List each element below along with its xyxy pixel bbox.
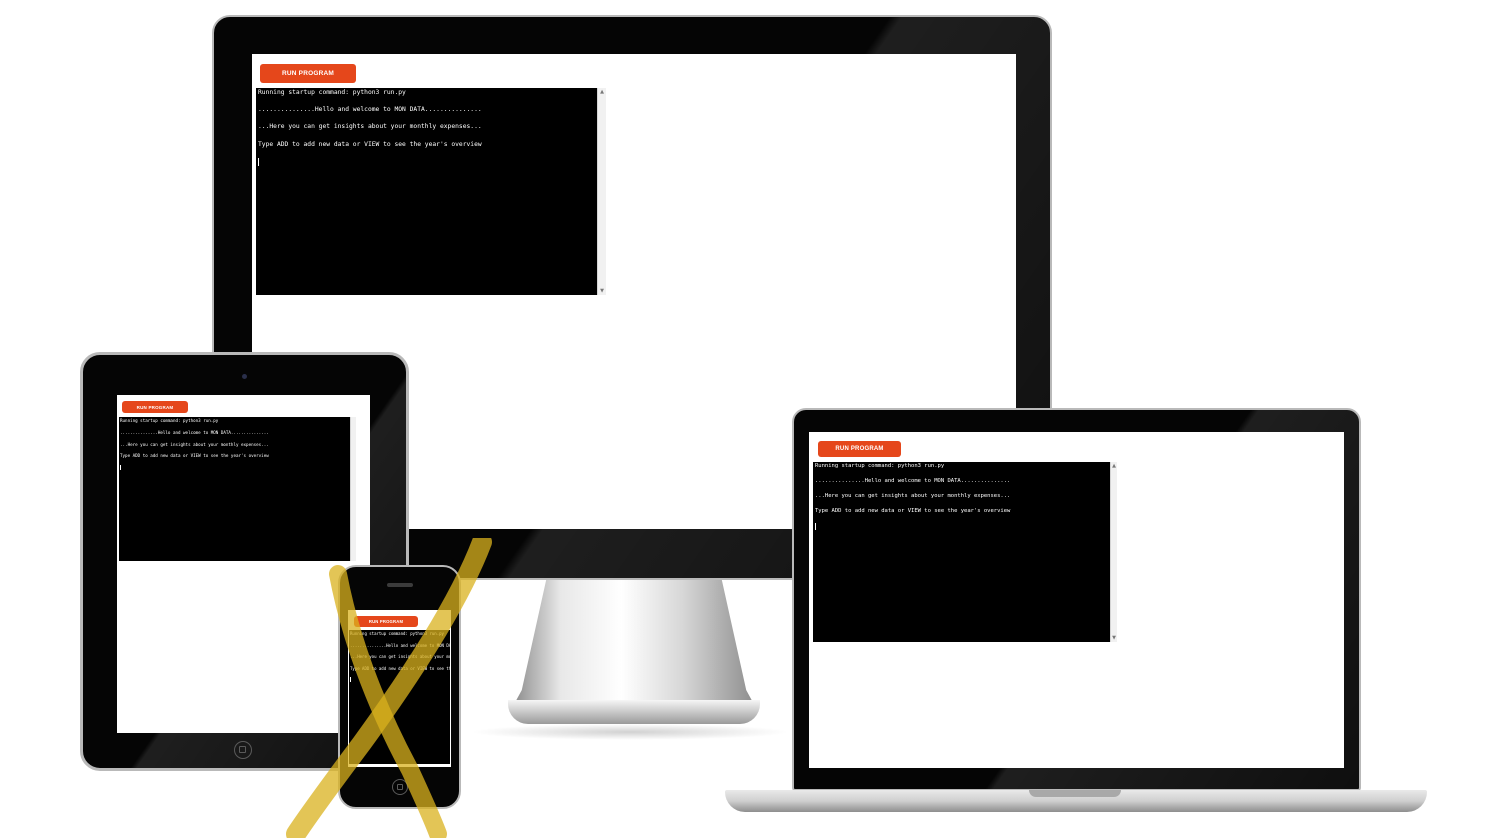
- terminal-line: Type ADD to add new data or VIEW to see …: [350, 665, 450, 671]
- run-program-button[interactable]: RUN PROGRAM: [818, 441, 901, 457]
- scroll-up-arrow-icon[interactable]: ▲: [1111, 462, 1117, 470]
- terminal-scrollbar[interactable]: ▲ ▼: [1110, 462, 1117, 642]
- laptop-hinge-notch: [1029, 790, 1121, 797]
- run-program-button[interactable]: RUN PROGRAM: [122, 401, 188, 413]
- terminal-window[interactable]: Running startup command: python3 run.py …: [813, 462, 1117, 642]
- home-square-icon: [239, 746, 246, 753]
- phone-screen: RUN PROGRAM Running startup command: pyt…: [348, 610, 451, 767]
- laptop-screen: RUN PROGRAM Running startup command: pyt…: [809, 432, 1344, 768]
- terminal-line: Running startup command: python3 run.py: [815, 463, 945, 469]
- terminal-scrollbar[interactable]: [350, 417, 356, 561]
- scroll-down-arrow-icon[interactable]: ▼: [598, 287, 606, 295]
- terminal-cursor: [258, 157, 259, 166]
- home-button[interactable]: [392, 779, 408, 795]
- desktop-stand: [512, 580, 756, 708]
- tablet-screen: RUN PROGRAM Running startup command: pyt…: [117, 395, 370, 733]
- terminal-cursor: [815, 523, 816, 530]
- terminal-window[interactable]: Running startup command: python3 run.py …: [119, 417, 356, 561]
- scroll-up-arrow-icon[interactable]: ▲: [598, 88, 606, 96]
- terminal-line: ...............Hello and welcome to MON …: [350, 642, 450, 648]
- phone-speaker-icon: [387, 583, 413, 587]
- run-program-button[interactable]: RUN PROGRAM: [260, 64, 356, 83]
- home-square-icon: [397, 784, 403, 790]
- laptop-lid: RUN PROGRAM Running startup command: pyt…: [792, 408, 1361, 791]
- desktop-stand-base: [508, 700, 760, 724]
- terminal-window[interactable]: Running startup command: python3 run.py …: [256, 88, 606, 295]
- terminal-line: Type ADD to add new data or VIEW to see …: [258, 140, 482, 148]
- scroll-down-arrow-icon[interactable]: ▼: [1111, 634, 1117, 642]
- terminal-line: ...Here you can get insights about your …: [350, 654, 450, 660]
- terminal-cursor: [350, 677, 351, 683]
- desktop-shadow: [470, 724, 790, 740]
- terminal-line: Running startup command: python3 run.py: [350, 631, 444, 636]
- run-program-button[interactable]: RUN PROGRAM: [354, 616, 418, 627]
- terminal-line: ...Here you can get insights about your …: [258, 123, 482, 131]
- terminal-line: Running startup command: python3 run.py: [258, 89, 406, 96]
- phone: RUN PROGRAM Running startup command: pyt…: [338, 565, 461, 809]
- front-camera-icon: [242, 374, 247, 379]
- terminal-cursor: [120, 465, 121, 471]
- terminal-scrollbar[interactable]: ▲ ▼: [597, 88, 606, 295]
- terminal-line: ...Here you can get insights about your …: [815, 493, 1011, 499]
- terminal-window[interactable]: Running startup command: python3 run.py …: [349, 630, 450, 764]
- terminal-line: Type ADD to add new data or VIEW to see …: [815, 508, 1011, 514]
- terminal-line: ...............Hello and welcome to MON …: [258, 106, 482, 114]
- home-button[interactable]: [234, 741, 252, 759]
- terminal-line: ...............Hello and welcome to MON …: [815, 478, 1011, 484]
